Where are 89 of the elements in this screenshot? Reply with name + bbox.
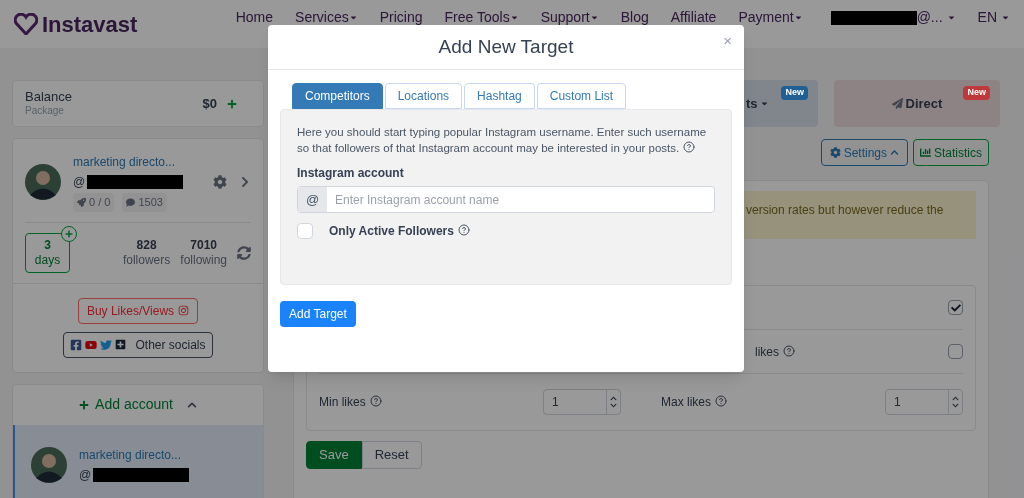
logo-icon: [14, 13, 38, 35]
add-target-button[interactable]: Add Target: [280, 301, 356, 327]
stat-label: following: [180, 252, 227, 268]
caret-icon: [793, 13, 803, 22]
help-icon: [783, 344, 795, 357]
caret-icon: [1001, 13, 1010, 22]
balance-amount: $0: [202, 94, 217, 113]
help-icon: [683, 141, 696, 153]
bar-chart-icon: [920, 147, 931, 158]
checkbox[interactable]: [948, 344, 963, 359]
save-button[interactable]: Save: [306, 441, 362, 469]
comment-icon: [126, 197, 136, 207]
caret-icon: [946, 13, 956, 22]
logo-text: Instavast: [42, 10, 138, 39]
rocket-icon: [77, 197, 86, 207]
description-text: Here you should start typing popular Instagram username. Enter such username so that followers of that Instagram account may be interested in your posts.: [297, 125, 708, 156]
input-addon: @: [298, 187, 327, 212]
modal-title: Add New Target: [438, 34, 574, 59]
nav-link[interactable]: Free Tools: [444, 7, 519, 28]
gear-icon: [829, 147, 841, 158]
language-menu[interactable]: EN: [977, 7, 1010, 28]
chevron-up-icon: [890, 148, 899, 157]
tab[interactable]: Custom List: [536, 83, 627, 109]
tile-label: ts: [746, 94, 758, 113]
nav-link[interactable]: Services: [295, 7, 358, 28]
checkbox[interactable]: [948, 300, 963, 315]
stat-badge: 0 / 0: [73, 193, 115, 212]
reset-button[interactable]: Reset: [361, 441, 422, 469]
days-value: 3: [44, 237, 51, 253]
close-button[interactable]: ×: [723, 33, 732, 48]
nav-link[interactable]: Support: [540, 7, 599, 28]
tab[interactable]: Competitors: [292, 83, 383, 109]
stat-value: 7010: [190, 237, 217, 253]
checkbox-label: Only Active Followers: [329, 222, 470, 240]
caret-icon: [589, 13, 599, 22]
instagram-icon: [178, 305, 190, 316]
handle-prefix: @: [73, 174, 86, 191]
paper-plane-icon: [891, 98, 903, 109]
field-label: Min likes: [319, 393, 382, 411]
caret-icon: [348, 13, 358, 22]
other-socials-button[interactable]: Other socials: [63, 331, 213, 358]
help-icon: [369, 395, 382, 407]
plus-icon: [115, 339, 127, 350]
handle-prefix: @: [79, 466, 92, 484]
youtube-icon: [85, 338, 98, 351]
number-field[interactable]: 1: [885, 389, 963, 415]
account-name[interactable]: marketing directo...: [79, 445, 190, 464]
extend-icon[interactable]: [61, 225, 77, 242]
account-input[interactable]: @ Enter Instagram account name: [297, 186, 715, 213]
stat-badge: 1503: [122, 193, 167, 212]
field-label: Max likes: [661, 393, 727, 411]
settings-icon[interactable]: [213, 175, 227, 190]
stat-value: 828: [136, 237, 157, 253]
avatar: [25, 164, 61, 201]
account-menu[interactable]: @...: [916, 7, 956, 28]
number-field[interactable]: 1: [543, 389, 621, 415]
nav-link[interactable]: Payment: [738, 7, 803, 28]
tab[interactable]: Hashtag: [464, 83, 535, 109]
account-list-item[interactable]: marketing directo... @: [13, 424, 263, 498]
twitter-icon: [100, 338, 113, 351]
checkbox[interactable]: [297, 223, 313, 239]
caret-icon: [509, 13, 519, 22]
tile-label: Direct: [905, 94, 943, 113]
nav-link[interactable]: Home: [235, 7, 274, 28]
add-funds-icon[interactable]: [227, 98, 237, 109]
buy-likes-button[interactable]: Buy Likes/Views: [77, 297, 199, 324]
refresh-icon[interactable]: [237, 245, 251, 260]
new-badge: New: [781, 86, 808, 100]
account-name[interactable]: marketing directo...: [73, 153, 184, 171]
nav-link[interactable]: Pricing: [379, 7, 423, 28]
new-badge: New: [963, 86, 990, 100]
field-label: Instagram account: [297, 165, 405, 182]
statistics-button[interactable]: Statistics: [913, 139, 989, 166]
stat-label: followers: [122, 252, 171, 268]
nav-link[interactable]: Blog: [620, 7, 649, 28]
help-icon: [457, 224, 470, 236]
avatar: [31, 446, 67, 483]
help-icon: [715, 395, 727, 407]
plus-icon: [79, 399, 90, 410]
nav-link[interactable]: Affiliate: [670, 7, 717, 28]
package-label: Package: [25, 105, 65, 118]
balance-label: Balance: [25, 89, 72, 106]
facebook-icon: [70, 338, 83, 351]
caret-icon: [759, 99, 769, 108]
days-unit: days: [34, 252, 61, 268]
add-account-button[interactable]: Add account: [13, 384, 263, 425]
settings-button[interactable]: Settings: [820, 139, 908, 166]
chevron-right-icon[interactable]: [239, 176, 251, 189]
tab[interactable]: Locations: [384, 83, 463, 109]
